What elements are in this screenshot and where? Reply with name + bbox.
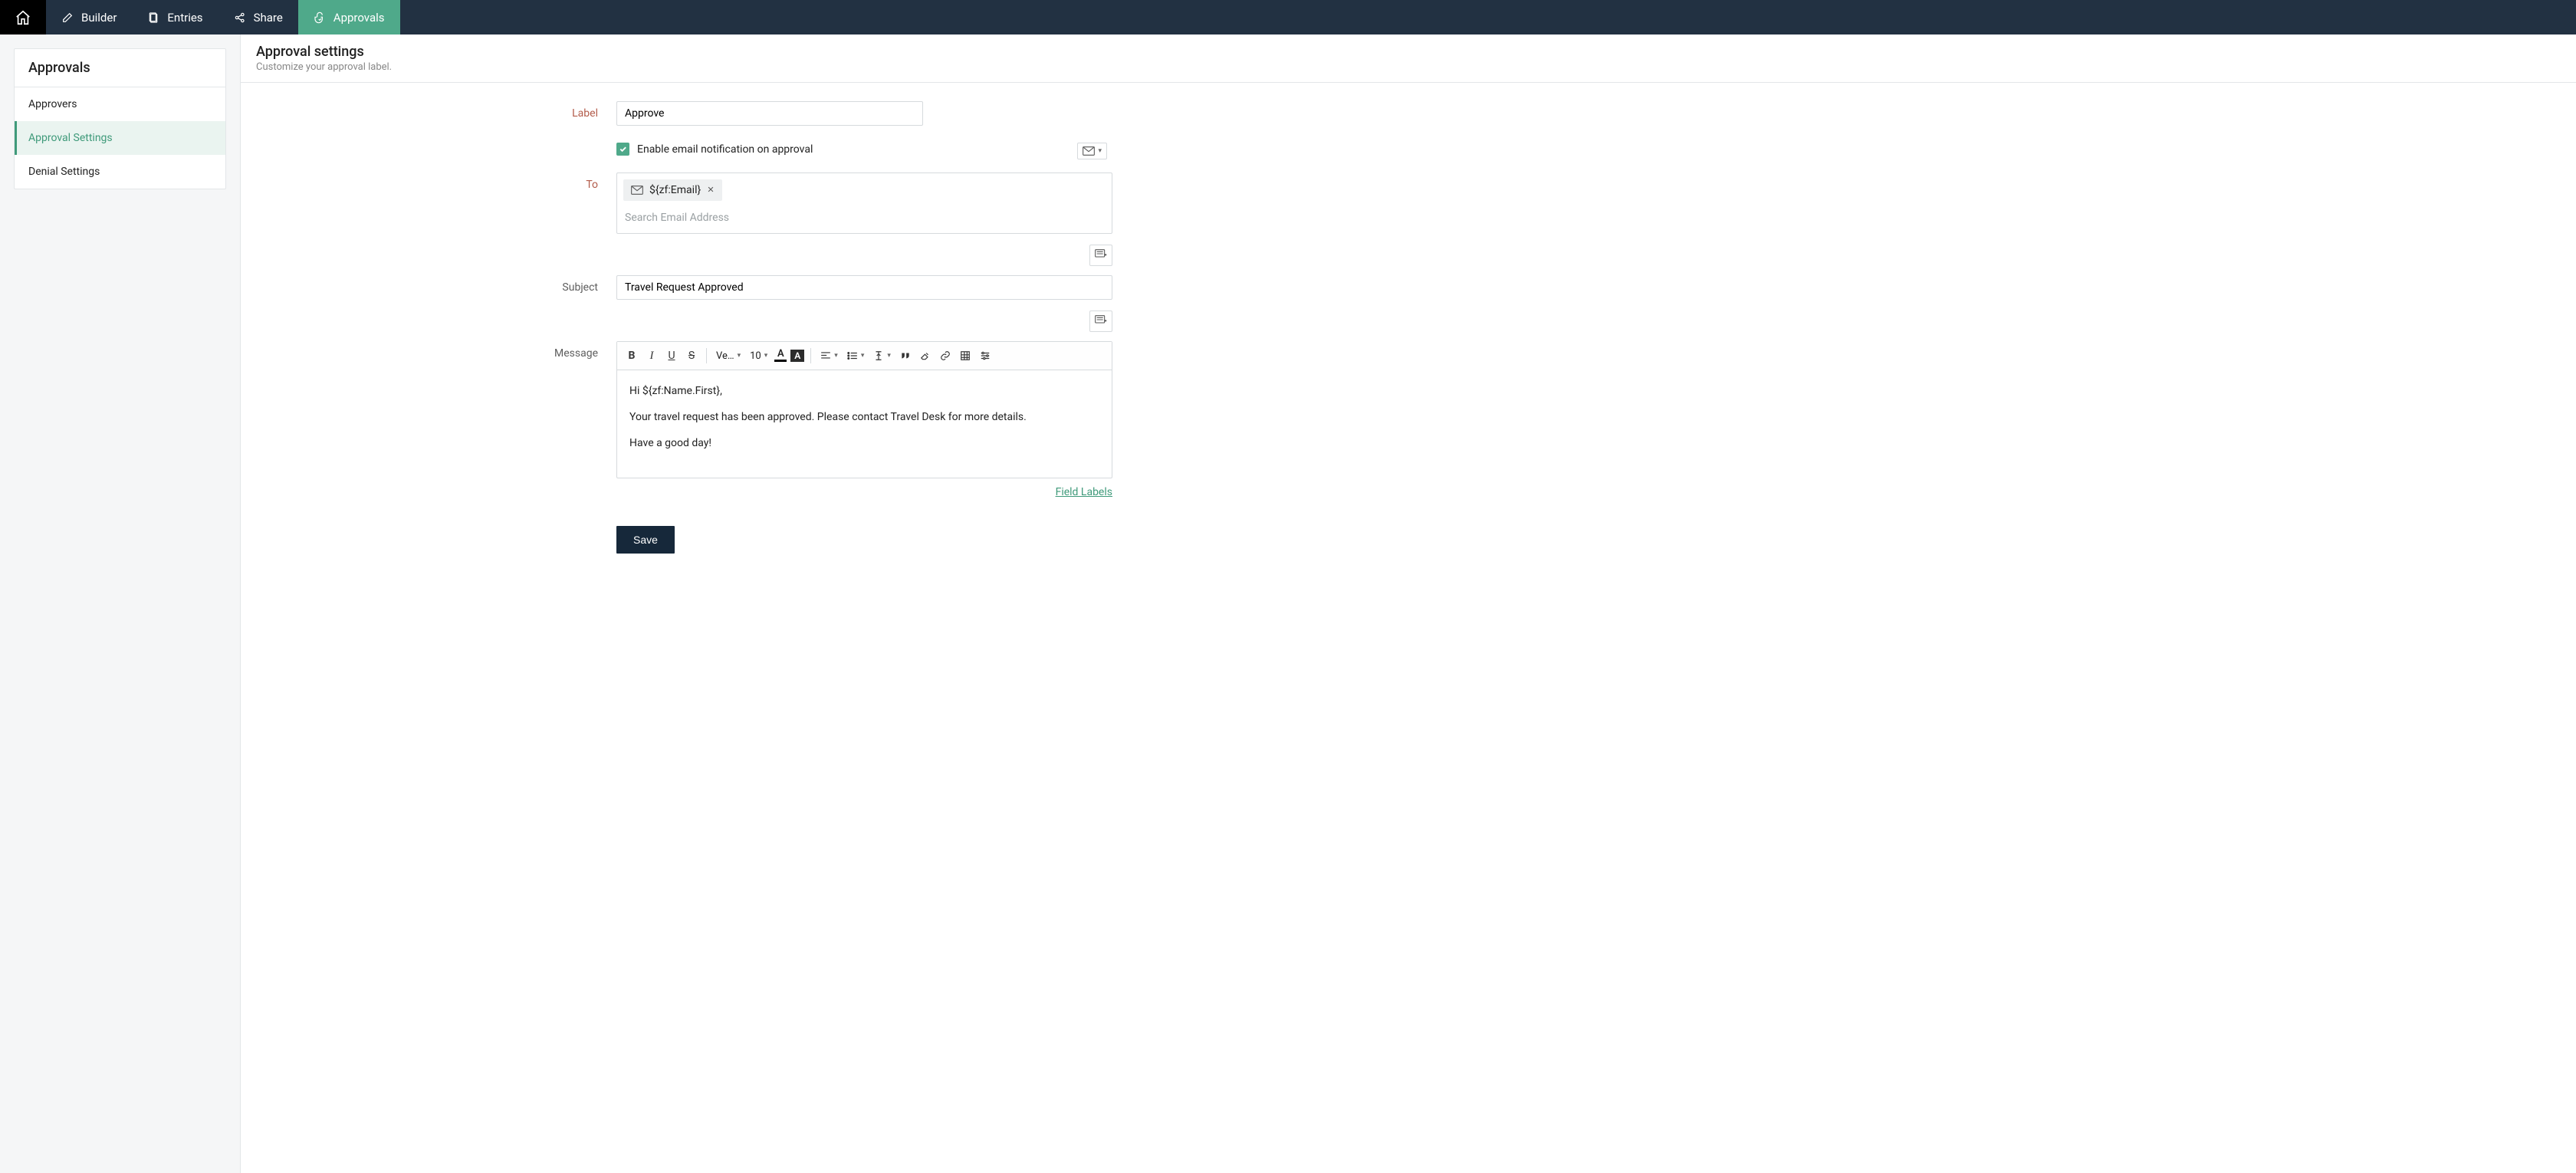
settings-lines-icon — [980, 350, 991, 361]
insert-field-icon — [1095, 249, 1107, 258]
approvals-icon — [314, 12, 326, 24]
hr-button[interactable] — [977, 347, 994, 365]
list-button[interactable]: ▾ — [844, 351, 868, 360]
email-chip: ${zf:Email} — [623, 179, 722, 201]
message-label: Message — [241, 341, 616, 360]
builder-icon — [61, 12, 74, 24]
enable-email-text: Enable email notification on approval — [637, 143, 813, 156]
subject-input[interactable] — [616, 275, 1112, 300]
envelope-icon — [1083, 146, 1095, 156]
sidebar-item-label: Approval Settings — [28, 132, 113, 144]
tab-share[interactable]: Share — [219, 0, 298, 34]
link-button[interactable] — [937, 347, 954, 365]
chevron-down-icon: ▾ — [861, 352, 865, 360]
align-button[interactable]: ▾ — [817, 351, 841, 360]
tab-approvals[interactable]: Approvals — [298, 0, 400, 34]
quote-icon — [900, 351, 911, 360]
quote-button[interactable] — [897, 347, 914, 365]
page-subtitle: Customize your approval label. — [256, 61, 2561, 73]
chevron-down-icon: ▾ — [1098, 147, 1102, 155]
font-size-value: 10 — [750, 350, 761, 362]
message-line: Your travel request has been approved. P… — [629, 409, 1099, 427]
home-icon — [15, 9, 31, 26]
clear-format-button[interactable] — [917, 347, 934, 365]
indent-icon — [873, 350, 884, 361]
tab-entries-label: Entries — [167, 11, 202, 25]
font-size-select[interactable]: 10 ▾ — [747, 350, 770, 362]
sidebar-item-approval-settings[interactable]: Approval Settings — [15, 121, 225, 155]
message-line: Hi ${zf:Name.First}, — [629, 383, 1099, 401]
envelope-icon — [631, 186, 643, 195]
message-line: Have a good day! — [629, 435, 1099, 453]
link-icon — [940, 350, 951, 361]
align-left-icon — [820, 351, 831, 360]
check-icon — [619, 145, 627, 153]
to-label: To — [241, 172, 616, 191]
highlight-color-button[interactable]: A — [790, 350, 804, 362]
tab-approvals-label: Approvals — [334, 11, 385, 25]
remove-chip-button[interactable] — [707, 184, 715, 196]
tab-builder[interactable]: Builder — [46, 0, 132, 34]
page-header: Approval settings Customize your approva… — [241, 34, 2576, 83]
eraser-icon — [920, 350, 931, 361]
entries-icon — [147, 12, 159, 24]
sidebar-item-label: Denial Settings — [28, 166, 100, 178]
save-button-label: Save — [633, 534, 658, 546]
label-field-label: Label — [241, 101, 616, 120]
insert-field-icon — [1095, 315, 1107, 324]
share-icon — [234, 12, 246, 24]
chevron-down-icon: ▾ — [764, 352, 768, 360]
insert-field-button[interactable] — [1089, 310, 1112, 332]
strikethrough-button[interactable]: S — [683, 347, 700, 365]
save-button[interactable]: Save — [616, 526, 675, 554]
font-color-button[interactable]: A — [774, 350, 787, 362]
insert-field-button[interactable] — [1089, 245, 1112, 266]
tab-share-label: Share — [254, 11, 283, 25]
bold-button[interactable]: B — [623, 347, 640, 365]
italic-button[interactable]: I — [643, 347, 660, 365]
field-labels-link[interactable]: Field Labels — [1056, 486, 1112, 498]
page-title: Approval settings — [256, 44, 2561, 60]
rich-text-editor: B I U S Ve… ▾ 10 ▾ — [616, 341, 1112, 478]
indent-button[interactable]: ▾ — [870, 350, 894, 361]
chevron-down-icon: ▾ — [738, 352, 741, 360]
tab-entries[interactable]: Entries — [132, 0, 218, 34]
editor-toolbar: B I U S Ve… ▾ 10 ▾ — [617, 342, 1112, 370]
close-icon — [707, 186, 715, 193]
enable-email-checkbox[interactable] — [616, 143, 629, 156]
chevron-down-icon: ▾ — [887, 352, 891, 360]
sidebar-item-label: Approvers — [28, 98, 77, 110]
sidebar-title: Approvals — [15, 49, 225, 87]
top-nav: Builder Entries Share Approvals — [0, 0, 2576, 34]
chevron-down-icon: ▾ — [834, 352, 838, 360]
table-button[interactable] — [957, 347, 974, 365]
font-family-select[interactable]: Ve… ▾ — [713, 350, 744, 362]
tab-builder-label: Builder — [81, 11, 117, 25]
underline-button[interactable]: U — [663, 347, 680, 365]
home-button[interactable] — [0, 0, 46, 34]
sidebar-item-denial-settings[interactable]: Denial Settings — [15, 155, 225, 189]
to-field[interactable]: ${zf:Email} — [616, 172, 1112, 234]
sidebar-item-approvers[interactable]: Approvers — [15, 87, 225, 121]
email-chip-text: ${zf:Email} — [649, 184, 701, 196]
label-input[interactable] — [616, 101, 923, 126]
list-icon — [847, 351, 858, 360]
editor-body[interactable]: Hi ${zf:Name.First}, Your travel request… — [617, 370, 1112, 478]
table-icon — [960, 350, 971, 361]
sidebar: Approvals Approvers Approval Settings De… — [0, 34, 240, 1173]
subject-label: Subject — [241, 275, 616, 294]
email-options-button[interactable]: ▾ — [1077, 143, 1107, 159]
font-family-value: Ve… — [716, 350, 734, 362]
email-search-input[interactable] — [620, 204, 1060, 230]
